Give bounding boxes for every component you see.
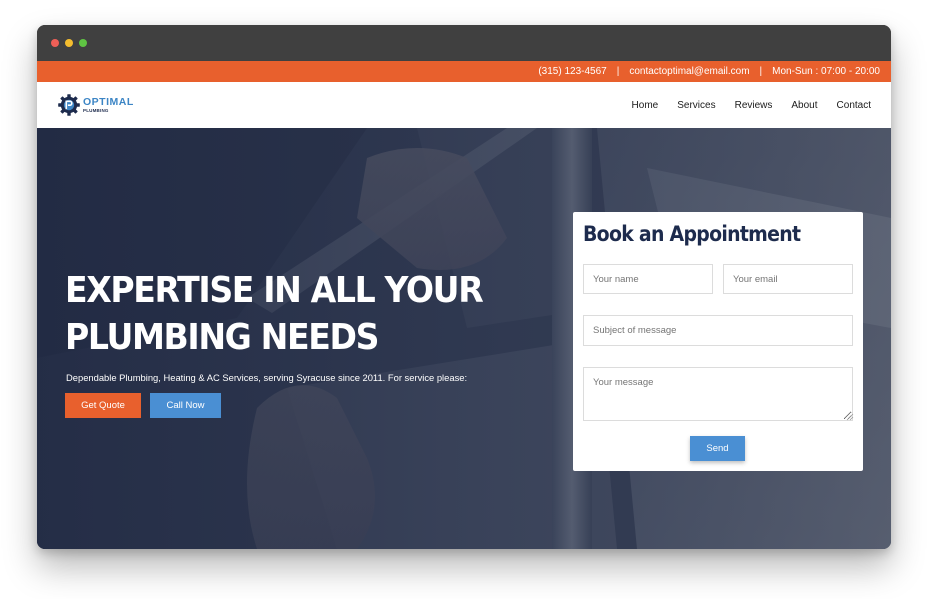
message-field[interactable] (583, 367, 853, 421)
window-titlebar (37, 25, 891, 61)
get-quote-button[interactable]: Get Quote (65, 393, 141, 418)
gear-wrench-icon (58, 94, 80, 116)
subject-field[interactable] (583, 315, 853, 346)
minimize-window-dot[interactable] (65, 39, 73, 47)
nav-item-home[interactable]: Home (632, 100, 659, 111)
logo-wordmark: OPTIMAL (83, 96, 134, 108)
site-navbar: OPTIMAL PLUMBING Home Services Reviews A… (37, 82, 891, 128)
close-window-dot[interactable] (51, 39, 59, 47)
nav-item-reviews[interactable]: Reviews (735, 100, 773, 111)
nav-item-contact[interactable]: Contact (837, 100, 871, 111)
browser-window: (315) 123-4567 | contactoptimal@email.co… (37, 25, 891, 549)
topbar-phone[interactable]: (315) 123-4567 (538, 66, 606, 77)
nav-item-services[interactable]: Services (677, 100, 715, 111)
maximize-window-dot[interactable] (79, 39, 87, 47)
hero-headline-line: EXPERTISE IN ALL YOUR (65, 270, 484, 311)
email-field[interactable] (723, 264, 853, 294)
appointment-form: Book an Appointment Send (573, 212, 863, 471)
hero-section: EXPERTISE IN ALL YOUR PLUMBING NEEDS Dep… (37, 128, 891, 549)
form-title: Book an Appointment (583, 222, 801, 246)
topbar-separator: | (759, 66, 763, 77)
topbar-email[interactable]: contactoptimal@email.com (629, 66, 749, 77)
call-now-button[interactable]: Call Now (150, 393, 221, 418)
site-logo[interactable]: OPTIMAL PLUMBING (57, 93, 134, 117)
nav-item-about[interactable]: About (791, 100, 817, 111)
topbar-hours: Mon-Sun : 07:00 - 20:00 (772, 66, 880, 77)
hero-headline: EXPERTISE IN ALL YOUR PLUMBING NEEDS (65, 267, 484, 361)
topbar-separator: | (616, 66, 620, 77)
contact-topbar: (315) 123-4567 | contactoptimal@email.co… (37, 61, 891, 82)
hero-subtitle: Dependable Plumbing, Heating & AC Servic… (66, 372, 468, 383)
logo-tagline: PLUMBING (83, 107, 109, 113)
hero-headline-line: PLUMBING NEEDS (65, 317, 379, 358)
main-navigation: Home Services Reviews About Contact (632, 100, 871, 111)
send-button[interactable]: Send (690, 436, 745, 461)
name-field[interactable] (583, 264, 713, 294)
resize-grip-icon[interactable] (846, 413, 854, 421)
